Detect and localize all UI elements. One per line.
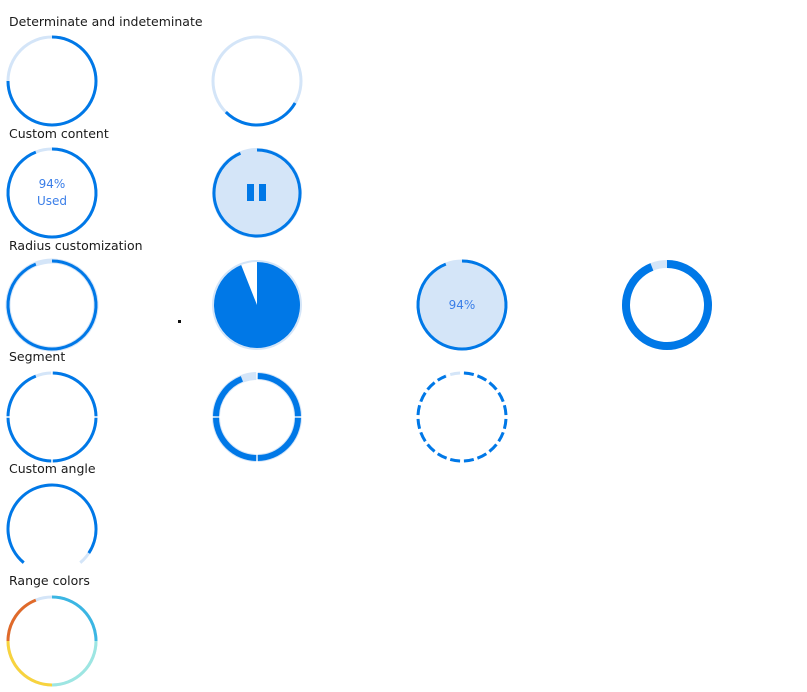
segment-fill (502, 404, 508, 416)
progress-bar (6, 483, 98, 564)
segment-fill (52, 371, 98, 417)
segment-fill (257, 417, 301, 461)
segment-fill (463, 457, 475, 463)
progress-bar (6, 259, 98, 351)
segment-fill (416, 418, 422, 430)
segment-fill (476, 374, 488, 382)
segment-fill (6, 374, 37, 417)
section-label-determinate: Determinate and indeteminate (9, 14, 203, 29)
segment-fill (497, 391, 505, 403)
segment-fill (416, 404, 422, 416)
radius-thick-progress (619, 257, 715, 353)
range-colors-svg (6, 595, 98, 687)
custom-content-pause-svg (212, 148, 302, 238)
segment-fill (426, 381, 436, 391)
progress-value-text: 94% (38, 177, 66, 191)
segment-fill (436, 374, 447, 382)
radius-filled-progress: 94% (414, 257, 510, 353)
segment-thick-progress (209, 369, 305, 465)
segment-track (449, 371, 461, 377)
segment-dashed-svg (416, 371, 508, 463)
segment-fill (257, 373, 301, 417)
radius-pie-progress (209, 257, 305, 353)
segment-fill (497, 431, 505, 443)
determinate-progress-svg (6, 35, 98, 127)
segment-fill (52, 417, 98, 463)
range-arc-aqua (51, 640, 98, 687)
segment-thin-svg (6, 371, 98, 463)
segment-fill (476, 452, 488, 460)
radius-thick-svg (622, 260, 712, 350)
progress-caption-text: Used (36, 194, 68, 208)
progress-center-text: 94% (414, 257, 510, 353)
segment-dashed-progress (414, 369, 510, 465)
radius-thin-svg (5, 258, 99, 352)
custom-content-pause-progress[interactable] (209, 145, 305, 241)
custom-angle-svg (6, 483, 98, 564)
segment-fill (449, 457, 461, 463)
progress-pie (214, 262, 301, 348)
segment-fill (419, 391, 427, 403)
segment-fill (488, 381, 498, 391)
segment-fill (488, 443, 498, 453)
indeterminate-progress (209, 33, 305, 129)
segment-fill (436, 452, 448, 460)
progress-center-text: 94% Used (4, 145, 100, 241)
progress-bar-indeterminate (224, 102, 297, 127)
radius-pie-svg (212, 260, 302, 350)
segment-fill (426, 443, 436, 453)
cursor-dot (178, 320, 181, 323)
progress-value-text: 94% (448, 297, 476, 312)
indeterminate-progress-svg (211, 35, 303, 127)
segment-fill (502, 418, 508, 430)
range-arc-yellow (6, 640, 53, 687)
determinate-progress (4, 33, 100, 129)
segment-fill (213, 417, 257, 461)
range-arc-cyan (51, 595, 98, 642)
segment-fill (463, 371, 475, 377)
segment-thin-progress (4, 369, 100, 465)
radius-thin-progress (4, 257, 100, 353)
custom-angle-progress (4, 481, 100, 577)
custom-content-text-progress: 94% Used (4, 145, 100, 241)
segment-fill (6, 417, 52, 463)
range-colors-progress (4, 593, 100, 689)
segment-fill (419, 431, 427, 443)
progress-bar (622, 260, 712, 350)
segment-thick-svg (212, 372, 302, 462)
progress-background (212, 148, 302, 238)
range-arc-orange (6, 598, 37, 642)
